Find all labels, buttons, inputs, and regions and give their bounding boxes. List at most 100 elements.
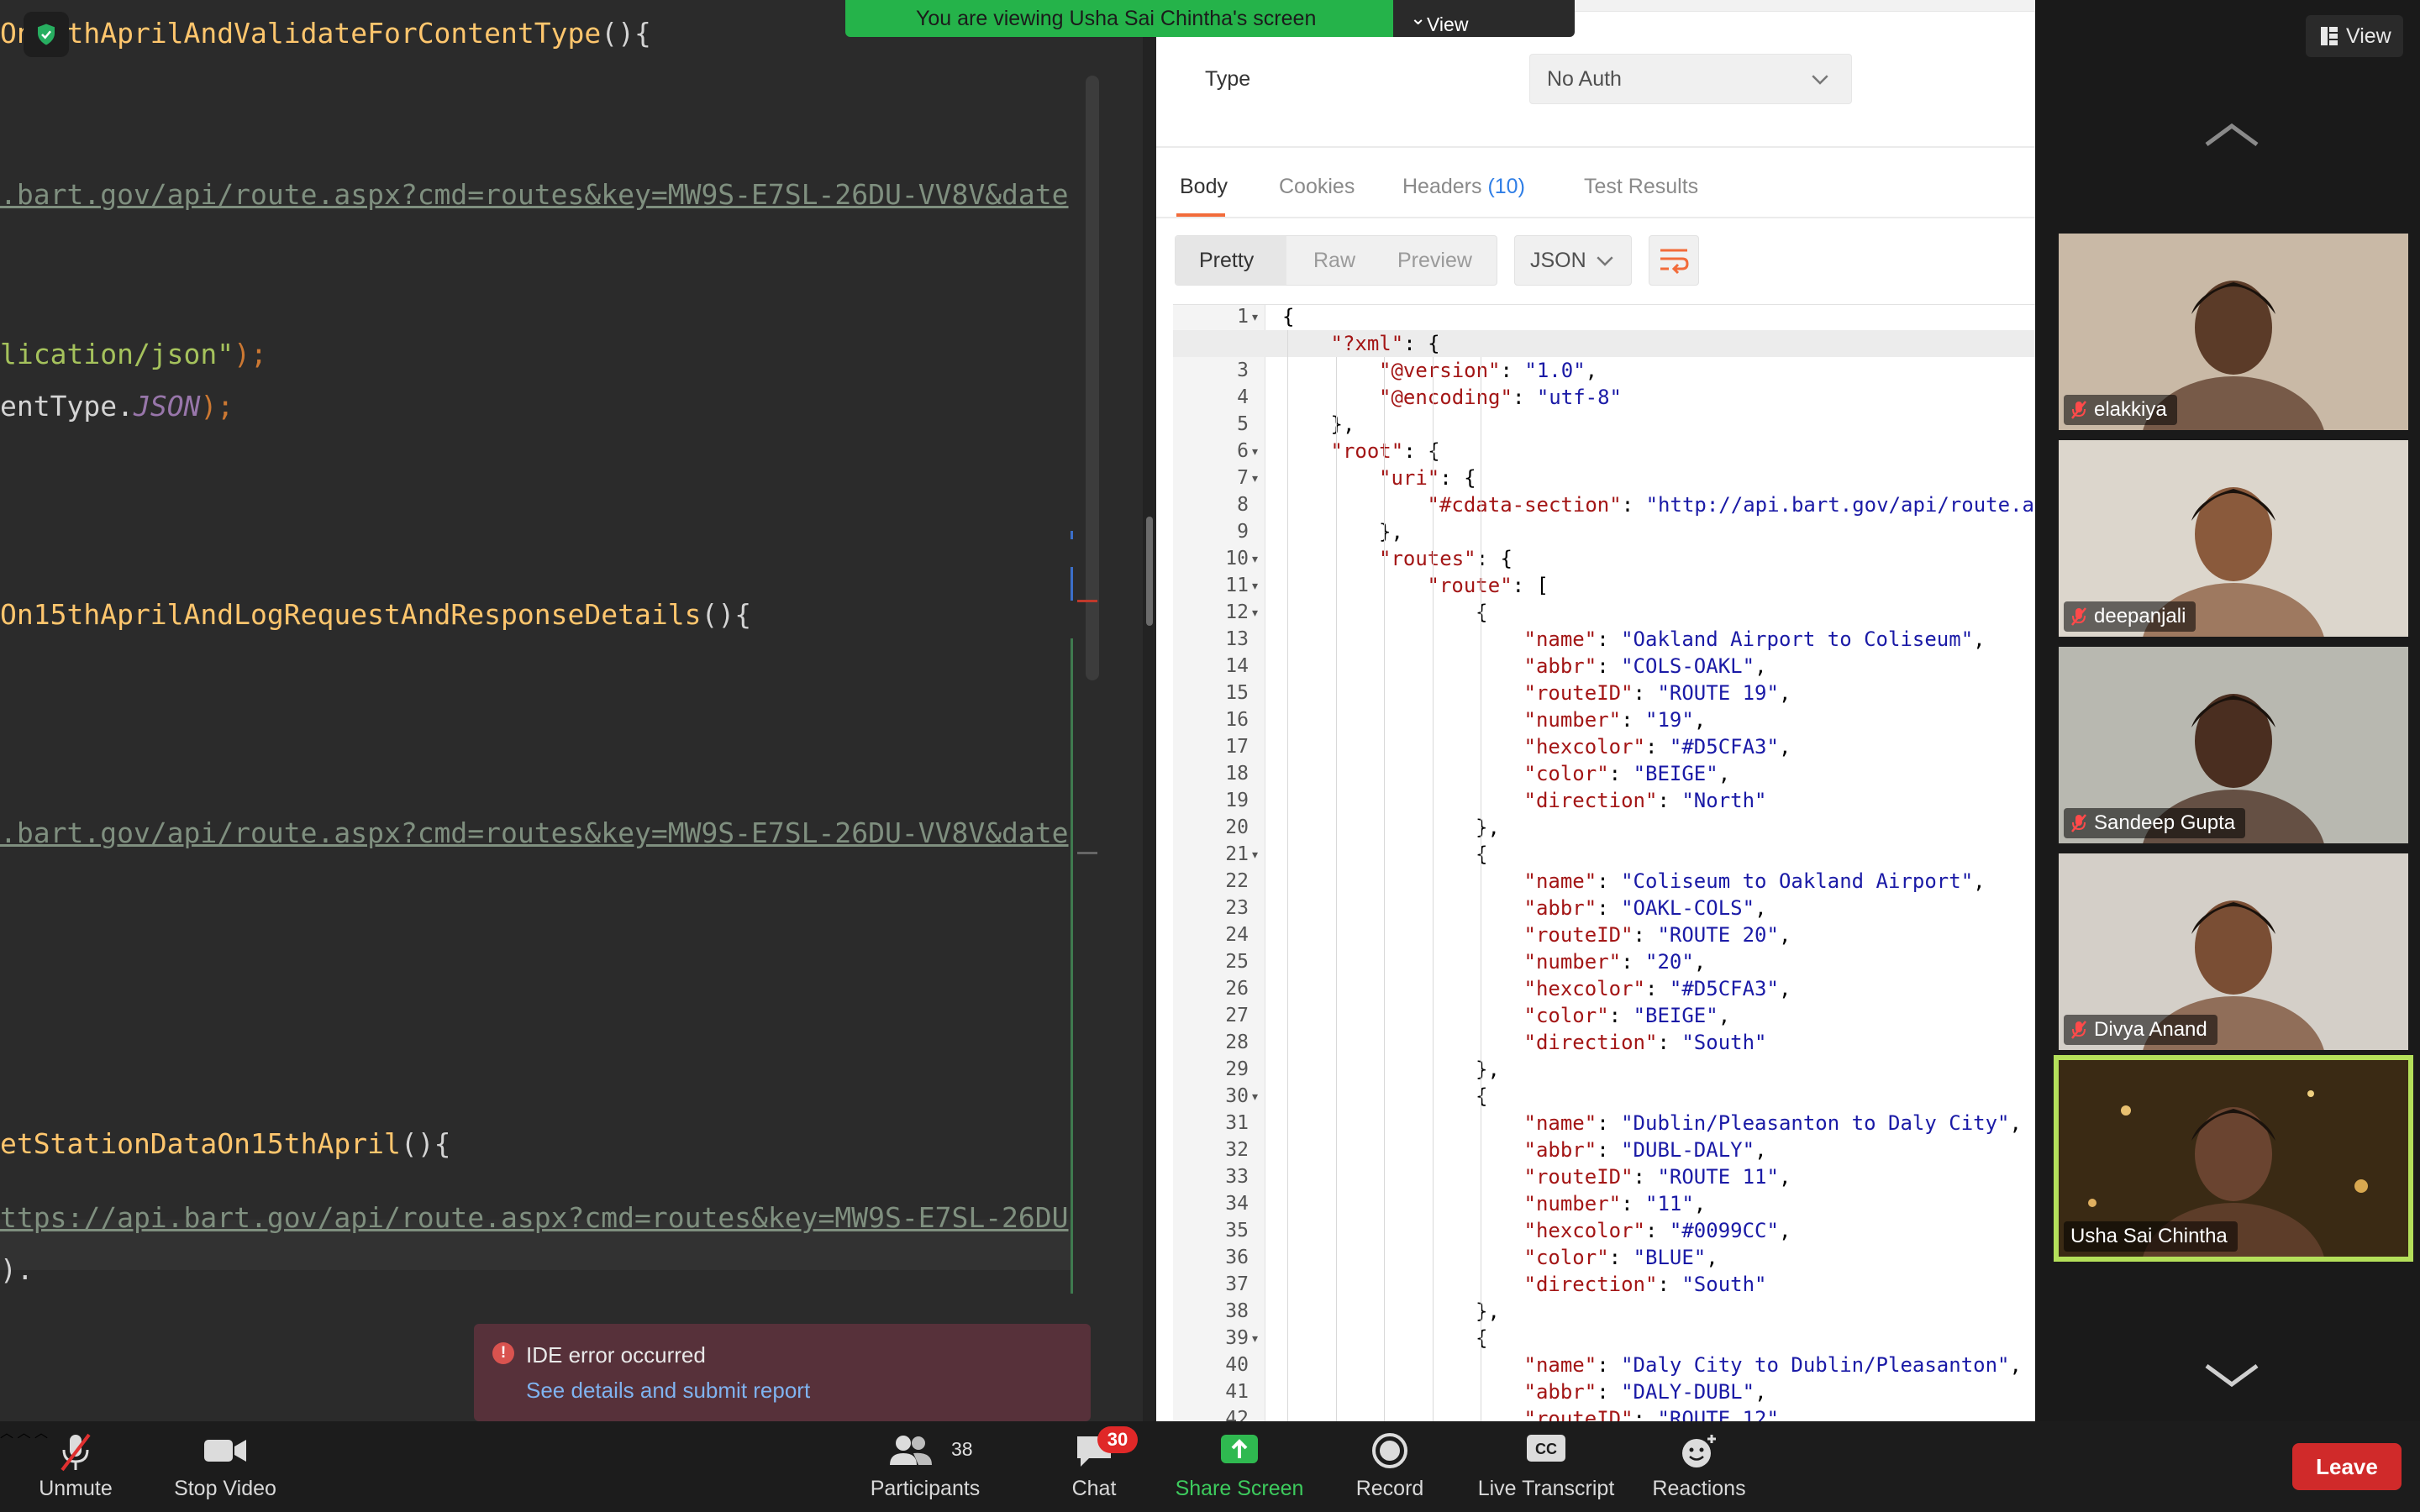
fold-caret-icon[interactable]: ▾ — [1252, 305, 1258, 330]
line-number: 6 — [1237, 440, 1249, 462]
line-number: 38 — [1225, 1300, 1249, 1322]
line-number: 11 — [1225, 575, 1249, 596]
splitter-handle[interactable] — [1146, 517, 1153, 626]
tab-test-results[interactable]: Test Results — [1584, 175, 1698, 199]
fold-caret-icon[interactable]: ▾ — [1252, 545, 1258, 572]
share-screen-button[interactable]: Share Screen — [1168, 1421, 1311, 1512]
participant-nameplate: Sandeep Gupta — [2064, 808, 2246, 838]
chevron-down-icon[interactable] — [2202, 1359, 2262, 1393]
stop-video-button[interactable]: Stop Video — [166, 1421, 284, 1512]
view-layout-button[interactable]: View — [2306, 15, 2403, 57]
unmute-button[interactable]: Unmute — [25, 1421, 126, 1512]
participant-tile[interactable]: Sandeep Gupta — [2059, 647, 2408, 843]
leave-button[interactable]: Leave — [2292, 1443, 2402, 1490]
json-punct: }, — [1330, 412, 1355, 436]
json-value: "BEIGE" — [1633, 762, 1718, 785]
audio-options-caret[interactable]: ︿ — [0, 1426, 13, 1441]
microphone-muted-icon — [2071, 814, 2086, 832]
json-value: "ROUTE 19" — [1657, 681, 1779, 705]
json-punct: }, — [1476, 816, 1500, 839]
participant-name: elakkiya — [2094, 398, 2167, 421]
fold-caret-icon[interactable]: ▾ — [1252, 1083, 1258, 1110]
json-punct: , — [1706, 1246, 1718, 1269]
code-line[interactable]: .bart.gov/api/route.aspx?cmd=routes&key=… — [0, 813, 1069, 853]
code-line[interactable]: entType.JSON); — [0, 386, 234, 427]
json-value: "Daly City to Dublin/Pleasanton" — [1621, 1353, 2010, 1377]
json-punct: , — [1718, 1004, 1731, 1027]
ide-scrollbar[interactable] — [1086, 76, 1099, 680]
participant-nameplate: elakkiya — [2064, 395, 2177, 425]
wrap-lines-button[interactable] — [1649, 235, 1699, 286]
record-button[interactable]: Record — [1348, 1421, 1432, 1512]
code-line[interactable]: On15thAprilAndLogRequestAndResponseDetai… — [0, 595, 751, 635]
fold-caret-icon[interactable]: ▾ — [1252, 841, 1258, 868]
code-line[interactable]: On15thAprilAndValidateForContentType(){ — [0, 13, 651, 54]
error-stripe-marker[interactable] — [1077, 852, 1097, 854]
fold-caret-icon[interactable]: ▾ — [1252, 438, 1258, 465]
view-options-button[interactable]: View Options ⌄ — [1393, 0, 1575, 58]
zoom-meeting-window: On15thAprilAndValidateForContentType(){.… — [0, 0, 2420, 1512]
participant-tile[interactable]: Usha Sai Chintha — [2054, 1055, 2413, 1262]
ide-error-notification[interactable]: ! IDE error occurred See details and sub… — [474, 1324, 1091, 1421]
chevron-up-icon[interactable] — [2202, 118, 2262, 151]
json-line: "routeID": "ROUTE 20", — [1524, 921, 1791, 948]
chat-unread-badge: 30 — [1097, 1426, 1138, 1453]
json-response-viewer[interactable]: 1▾2▾3456▾7▾8910▾11▾12▾131415161718192021… — [1173, 304, 2035, 1421]
participant-tile[interactable]: Divya Anand — [2059, 853, 2408, 1050]
json-punct: }, — [1476, 1058, 1500, 1081]
json-key: "abbr" — [1523, 1138, 1597, 1162]
fold-caret-icon[interactable]: ▾ — [1252, 599, 1258, 626]
code-token: entType. — [0, 390, 134, 423]
view-preview-button[interactable]: Preview — [1397, 249, 1472, 273]
auth-type-select[interactable]: No Auth — [1529, 54, 1852, 104]
code-token: .bart.gov/api/route.aspx?cmd=routes&key=… — [0, 178, 1069, 211]
json-key: "uri" — [1379, 466, 1440, 490]
json-punct: : — [1657, 1031, 1682, 1054]
line-number: 32 — [1225, 1139, 1249, 1161]
format-select[interactable]: JSON — [1514, 235, 1632, 286]
error-stripe-marker[interactable] — [1077, 600, 1097, 602]
json-key: "routeID" — [1523, 923, 1634, 947]
json-value: "DUBL-DALY" — [1621, 1138, 1755, 1162]
live-transcript-button[interactable]: CC Live Transcript — [1470, 1421, 1622, 1512]
json-punct: : — [1597, 654, 1622, 678]
fold-caret-icon[interactable]: ▾ — [1252, 572, 1258, 599]
reactions-button[interactable]: Reactions — [1649, 1421, 1749, 1512]
vcs-change-marker — [1071, 531, 1073, 539]
view-options-label: View Options ⌄ — [1410, 7, 1494, 58]
code-line[interactable]: ttps://api.bart.gov/api/route.aspx?cmd=r… — [0, 1198, 1069, 1238]
pane-splitter[interactable] — [1143, 0, 1156, 1421]
code-line[interactable]: lication/json"); — [0, 334, 267, 375]
json-line: "hexcolor": "#D5CFA3", — [1524, 975, 1791, 1002]
code-line[interactable]: ). — [0, 1250, 34, 1290]
participant-name: Divya Anand — [2094, 1018, 2207, 1041]
json-value: "http://api.bart.gov/api/route.as — [1645, 493, 2035, 517]
json-key: "color" — [1523, 1246, 1609, 1269]
json-line: { — [1476, 841, 1487, 868]
line-number: 13 — [1225, 628, 1249, 650]
json-punct: : { — [1476, 547, 1512, 570]
indent-guide — [1335, 357, 1337, 1421]
code-token: (){ — [701, 598, 752, 631]
code-token: (){ — [601, 17, 651, 50]
view-pretty-button[interactable]: Pretty — [1199, 249, 1254, 273]
code-line[interactable]: etStationDataOn15thApril(){ — [0, 1124, 450, 1164]
json-punct: : — [1500, 359, 1525, 382]
json-key: "direction" — [1523, 789, 1658, 812]
participants-button[interactable]: 38 Participants — [854, 1421, 997, 1512]
json-punct: : — [1633, 1165, 1658, 1189]
fold-caret-icon[interactable]: ▾ — [1252, 1325, 1258, 1352]
see-details-link[interactable]: See details and submit report — [526, 1378, 810, 1404]
participant-tile[interactable]: elakkiya — [2059, 234, 2408, 430]
ide-editor-pane[interactable]: On15thAprilAndValidateForContentType(){.… — [0, 0, 1156, 1421]
shield-icon — [24, 12, 69, 57]
json-line: "name": "Oakland Airport to Coliseum", — [1524, 626, 1986, 653]
tab-body[interactable]: Body — [1180, 175, 1228, 199]
video-camera-icon — [204, 1440, 246, 1462]
view-raw-button[interactable]: Raw — [1313, 249, 1355, 273]
tab-headers[interactable]: Headers (10) — [1402, 175, 1525, 199]
code-line[interactable]: .bart.gov/api/route.aspx?cmd=routes&key=… — [0, 175, 1069, 215]
participant-tile[interactable]: deepanjali — [2059, 440, 2408, 637]
tab-cookies[interactable]: Cookies — [1279, 175, 1355, 199]
fold-caret-icon[interactable]: ▾ — [1252, 465, 1258, 491]
